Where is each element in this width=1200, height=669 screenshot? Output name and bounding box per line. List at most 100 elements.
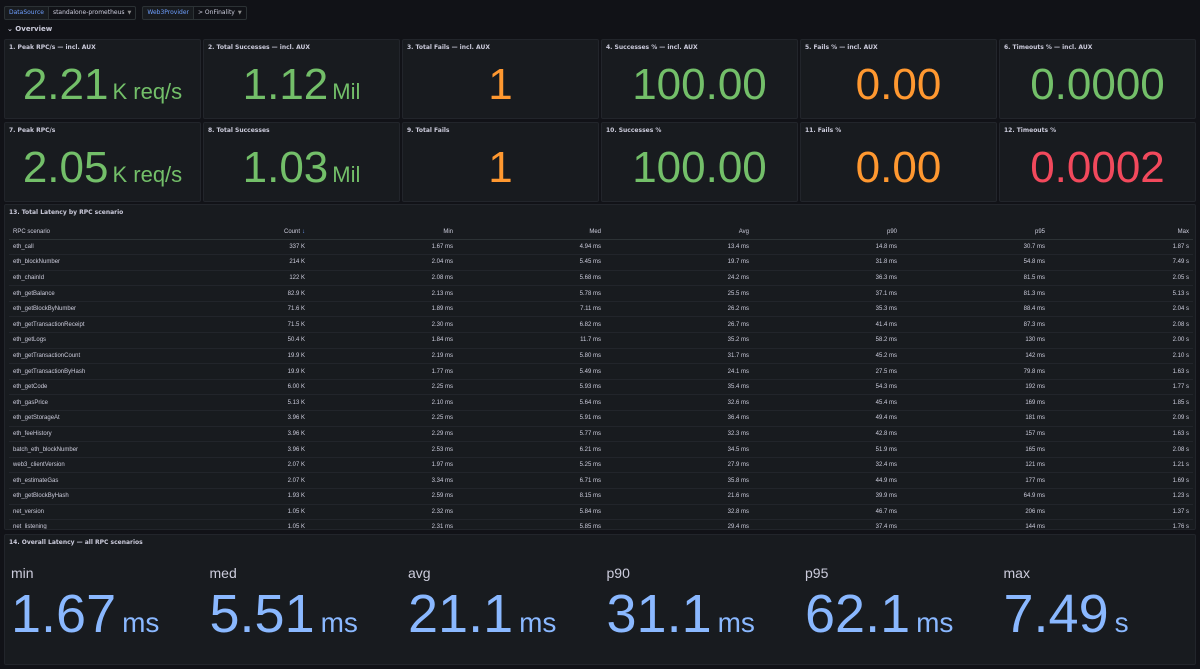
table-row: eth_blockNumber 214 K 2.04 ms 5.45 ms 19.7 m… xyxy=(9,254,1193,271)
table-cell: 19.9 K xyxy=(159,348,309,365)
table-cell: 169 ms xyxy=(901,394,1049,412)
table-cell: 1.84 ms xyxy=(309,332,457,349)
column-header-min[interactable]: Min xyxy=(309,225,457,240)
table-cell: 130 ms xyxy=(901,332,1049,349)
datasource-variable: DataSource standalone-prometheus ▼ xyxy=(4,6,137,20)
table-row: eth_estimateGas 2.07 K 3.34 ms 6.71 ms 35.8 … xyxy=(9,472,1193,489)
table-cell: 1.93 K xyxy=(159,488,309,505)
latency-stat-unit: ms xyxy=(916,607,954,638)
table-row: eth_call 337 K 1.67 ms 4.94 ms 13.4 ms 14.8 m… xyxy=(9,239,1193,256)
table-cell: 27.5 ms xyxy=(753,363,901,380)
table-cell: 177 ms xyxy=(901,472,1049,489)
table-cell: 4.94 ms xyxy=(457,239,605,256)
table-cell: 35.8 ms xyxy=(605,472,753,489)
table-cell: 41.4 ms xyxy=(753,316,901,334)
stat-panel: 4. Successes % — incl. AUX 100.00 xyxy=(601,39,798,119)
table-row: eth_getBlockByHash 1.93 K 2.59 ms 8.15 ms 21… xyxy=(9,488,1193,505)
table-row: net_listening 1.05 K 2.31 ms 5.85 ms 29.4 ms… xyxy=(9,519,1193,529)
web3provider-variable-select[interactable]: > OnFinality ▼ xyxy=(193,6,247,20)
table-cell: 27.9 ms xyxy=(605,457,753,474)
table-cell: 214 K xyxy=(159,254,309,271)
stat-value: 100.00 xyxy=(602,143,797,193)
table-cell: 6.21 ms xyxy=(457,441,605,458)
table-cell: 2.10 ms xyxy=(309,394,457,412)
table-cell: 32.3 ms xyxy=(605,426,753,443)
column-header-count[interactable]: Count ↓ xyxy=(159,225,309,240)
table-cell: 122 K xyxy=(159,270,309,287)
stat-number: 1 xyxy=(488,60,513,109)
table-cell: 5.78 ms xyxy=(457,285,605,302)
column-header-max[interactable]: Max xyxy=(1049,225,1193,240)
column-header-p95[interactable]: p95 xyxy=(901,225,1049,240)
latency-stat-number: 62.1 xyxy=(805,584,911,644)
latency-stat-p95: p95 62.1 ms xyxy=(805,565,953,645)
table-row: web3_clientVersion 2.07 K 1.97 ms 5.25 ms 27… xyxy=(9,457,1193,474)
stat-panel: 6. Timeouts % — incl. AUX 0.0000 xyxy=(999,39,1196,119)
table-cell: 1.87 s xyxy=(1049,239,1193,256)
table-cell: 26.7 ms xyxy=(605,316,753,334)
table-cell: 2.05 s xyxy=(1049,270,1193,287)
stat-number: 0.00 xyxy=(855,143,942,192)
table-cell: 157 ms xyxy=(901,426,1049,443)
table-row: eth_getBalance 82.9 K 2.13 ms 5.78 ms 25.5 m… xyxy=(9,285,1193,302)
table-cell: 2.31 ms xyxy=(309,519,457,529)
column-header-med[interactable]: Med xyxy=(457,225,605,240)
table-cell: eth_getStorageAt xyxy=(9,410,159,427)
table-cell: 2.08 ms xyxy=(309,270,457,287)
table-cell: 5.84 ms xyxy=(457,504,605,521)
panel-title: 14. Overall Latency — all RPC scenarios xyxy=(9,539,143,546)
latency-stat-number: 31.1 xyxy=(606,584,712,644)
variable-bar: DataSource standalone-prometheus ▼ Web3Pr… xyxy=(4,6,247,20)
table-cell: 7.49 s xyxy=(1049,254,1193,271)
stat-unit: K req/s xyxy=(112,162,183,187)
table-cell: 35.3 ms xyxy=(753,301,901,318)
table-row: eth_getTransactionByHash 19.9 K 1.77 ms 5.4… xyxy=(9,363,1193,380)
table-row: eth_getLogs 50.4 K 1.84 ms 11.7 ms 35.2 ms 58… xyxy=(9,332,1193,349)
table-cell: eth_getBlockByHash xyxy=(9,488,159,505)
table-cell: 1.76 s xyxy=(1049,519,1193,529)
table-cell: 142 ms xyxy=(901,348,1049,365)
table-row: eth_gasPrice 5.13 K 2.10 ms 5.64 ms 32.6 ms 4… xyxy=(9,394,1193,412)
table-cell: 2.08 s xyxy=(1049,441,1193,458)
table-cell: 36.4 ms xyxy=(605,410,753,427)
latency-stat-max: max 7.49 s xyxy=(1004,565,1129,645)
table-cell: 5.68 ms xyxy=(457,270,605,287)
stat-panel: 11. Fails % 0.00 xyxy=(800,122,997,202)
table-cell: 37.1 ms xyxy=(753,285,901,302)
table-cell: 31.8 ms xyxy=(753,254,901,271)
stat-number: 0.0002 xyxy=(1030,143,1165,192)
overview-row-toggle[interactable]: ⌄ Overview xyxy=(7,25,52,33)
stat-panel: 10. Successes % 100.00 xyxy=(601,122,798,202)
latency-stat-unit: ms xyxy=(717,607,755,638)
stat-value: 1 xyxy=(403,60,598,110)
column-header-avg[interactable]: Avg xyxy=(605,225,753,240)
table-cell: 81.3 ms xyxy=(901,285,1049,302)
latency-stat-avg: avg 21.1 ms xyxy=(408,565,556,645)
table-cell: 1.05 K xyxy=(159,519,309,529)
table-cell: 165 ms xyxy=(901,441,1049,458)
table-cell: 32.8 ms xyxy=(605,504,753,521)
table-cell: eth_blockNumber xyxy=(9,254,159,271)
table-cell: 1.63 s xyxy=(1049,363,1193,380)
column-header-p90[interactable]: p90 xyxy=(753,225,901,240)
datasource-variable-label: DataSource xyxy=(4,6,49,20)
panel-title: 2. Total Successes — incl. AUX xyxy=(208,44,311,51)
datasource-variable-select[interactable]: standalone-prometheus ▼ xyxy=(48,6,137,20)
table-cell: 7.11 ms xyxy=(457,301,605,318)
table-cell: 6.00 K xyxy=(159,379,309,396)
table-cell: 1.05 K xyxy=(159,504,309,521)
table-cell: 5.13 s xyxy=(1049,285,1193,302)
panel-title: 12. Timeouts % xyxy=(1004,127,1057,134)
table-cell: 37.4 ms xyxy=(753,519,901,529)
table-cell: 29.4 ms xyxy=(605,519,753,529)
stat-number: 1 xyxy=(488,143,513,192)
table-cell: 2.07 K xyxy=(159,472,309,489)
table-cell: 21.6 ms xyxy=(605,488,753,505)
panel-title: 10. Successes % xyxy=(606,127,662,134)
stat-panel: 3. Total Fails — incl. AUX 1 xyxy=(402,39,599,119)
column-header-rpc-scenario[interactable]: RPC scenario xyxy=(9,225,159,240)
latency-stat-label: med xyxy=(209,565,237,581)
table-cell: 5.64 ms xyxy=(457,394,605,412)
stat-value: 2.05 K req/s xyxy=(5,143,200,193)
table-cell: 45.4 ms xyxy=(753,394,901,412)
